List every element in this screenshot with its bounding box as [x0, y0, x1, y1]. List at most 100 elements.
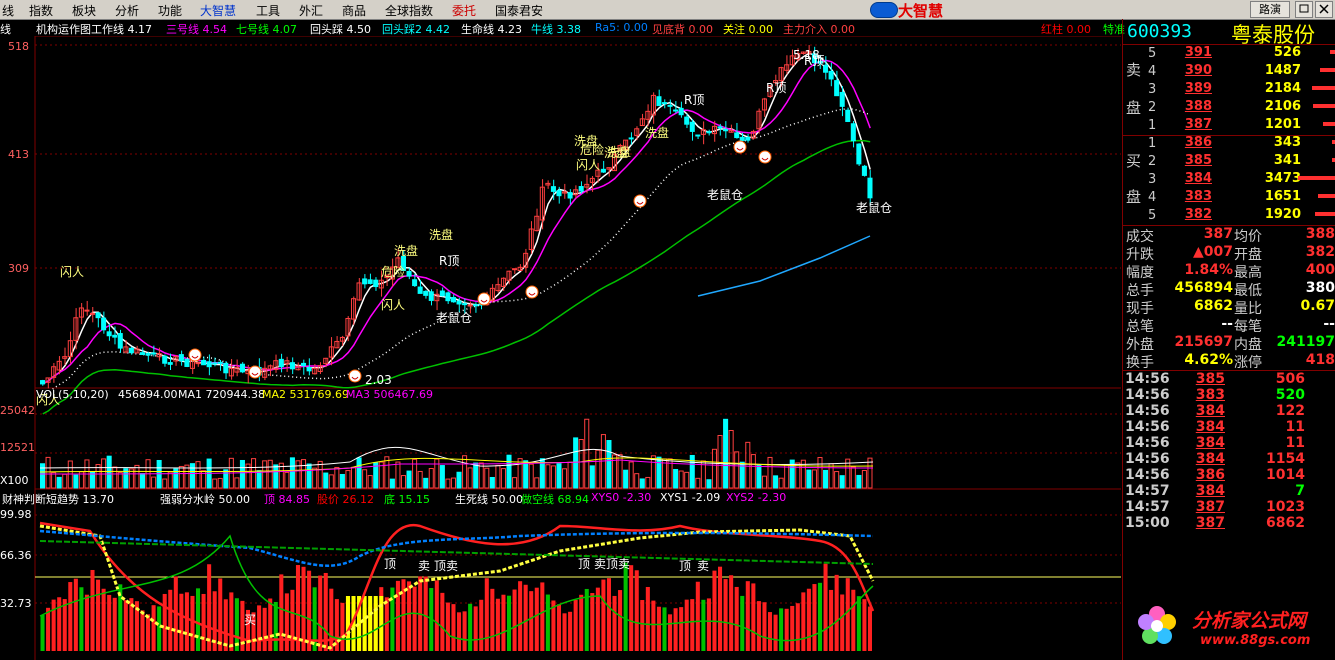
tick-time: 14:56 [1125, 403, 1170, 419]
tick-row[interactable]: 14:56 383 520 [1123, 387, 1335, 403]
menu-item[interactable]: 国泰君安 [495, 2, 543, 19]
candle-body [95, 312, 101, 319]
oscillator-legend-item: 股价 26.12 [317, 493, 374, 506]
orderbook-row[interactable]: 1 387 1201 [1123, 117, 1335, 135]
orderbook-level: 5 [1148, 208, 1157, 223]
tick-row[interactable]: 14:56 386 1014 [1123, 467, 1335, 483]
oscillator-bar [829, 589, 834, 651]
oscillator-bar [51, 599, 56, 651]
menu-item[interactable]: 线 [2, 2, 14, 19]
orderbook-price[interactable]: 385 [1167, 153, 1212, 168]
orderbook-price[interactable]: 383 [1167, 189, 1212, 204]
candle-body [40, 380, 46, 385]
candle-body [456, 300, 462, 305]
volume-bar [562, 468, 568, 489]
oscillator-bar [290, 589, 295, 651]
menu-item[interactable]: 外汇 [299, 2, 323, 19]
menu-item[interactable]: 指数 [29, 2, 53, 19]
volume-bar [456, 471, 462, 489]
luyan-button[interactable]: 路演 [1250, 1, 1290, 18]
candle-body [406, 270, 412, 277]
orderbook-row[interactable]: 3 389 2184 [1123, 81, 1335, 99]
orderbook-price[interactable]: 382 [1167, 207, 1212, 222]
oscillator-bar [68, 582, 73, 651]
volume-bar [745, 441, 751, 489]
oscillator-bar [718, 566, 723, 651]
price-annotation: 危险 [580, 142, 604, 157]
tick-row[interactable]: 15:00 387 6862 [1123, 515, 1335, 531]
menu-item[interactable]: 委托 [452, 2, 476, 19]
volume-bar [761, 475, 767, 489]
tick-price: 384 [1195, 483, 1225, 499]
orderbook-price[interactable]: 386 [1167, 135, 1212, 150]
kline-chart[interactable]: 闪人闪人洗盘危险洗盘R顶闪人老鼠仓洗盘危险 洗盘闪人洗盘洗盘R顶老鼠仓R顶5.18… [0, 36, 1122, 660]
candle-body [306, 367, 312, 372]
quote-row: 总笔 -- 每笔 -- [1123, 316, 1335, 335]
menu-item[interactable]: 板块 [72, 2, 96, 19]
price-annotation: 洗盘 [607, 144, 631, 159]
tick-row[interactable]: 14:56 385 506 [1123, 371, 1335, 387]
smiley-signal-icon [348, 369, 362, 383]
close-icon[interactable] [1315, 1, 1333, 18]
oscillator-annotation: 卖顶卖 [594, 557, 630, 571]
smiley-signal-icon [758, 150, 772, 164]
orderbook-price[interactable]: 387 [1167, 117, 1212, 132]
menu-item[interactable]: 大智慧 [200, 2, 236, 19]
menu-item[interactable]: 功能 [158, 2, 182, 19]
oscillator-bar [201, 593, 206, 651]
menu-item[interactable]: 分析 [115, 2, 139, 19]
oscillator-bar [451, 604, 456, 651]
orderbook-price[interactable]: 390 [1167, 63, 1212, 78]
oscillator-bar [640, 600, 645, 651]
orderbook-price[interactable]: 384 [1167, 171, 1212, 186]
quote-value: 418 [1305, 352, 1335, 368]
orderbook-price[interactable]: 389 [1167, 81, 1212, 96]
orderbook-row[interactable]: 5 382 1920 [1123, 207, 1335, 225]
orderbook-row[interactable]: 3 384 3473 [1123, 171, 1335, 189]
tick-price: 384 [1195, 419, 1225, 435]
quote-value: 241197 [1276, 334, 1335, 350]
stock-code[interactable]: 600393 [1127, 21, 1192, 42]
orderbook-volume-bar [1319, 68, 1335, 72]
menu-item[interactable]: 工具 [256, 2, 280, 19]
quote-value: 380 [1305, 280, 1335, 296]
volume-legend-item: MA3 506467.69 [346, 388, 433, 401]
oscillator-bar [645, 586, 650, 651]
volume-axis-label: 12521 [0, 441, 35, 454]
tick-row[interactable]: 14:56 384 11 [1123, 435, 1335, 451]
menu-item[interactable]: 全球指数 [385, 2, 433, 19]
orderbook-row[interactable]: 2 385 341 [1123, 153, 1335, 171]
stock-header: 600393 粤泰股份 [1123, 19, 1335, 47]
orderbook-row[interactable]: 2 388 2106 [1123, 99, 1335, 117]
quote-label: 开盘 [1234, 247, 1262, 263]
orderbook-row[interactable]: 1 386 343 [1123, 135, 1335, 153]
oscillator-legend-item: XYS2 -2.30 [726, 491, 787, 504]
orderbook-price[interactable]: 388 [1167, 99, 1212, 114]
tick-row[interactable]: 14:56 384 11 [1123, 419, 1335, 435]
candle-body [84, 309, 90, 312]
orderbook-price[interactable]: 391 [1167, 45, 1212, 60]
tick-time: 14:57 [1125, 483, 1170, 499]
indicator-value: 见底背 0.00 [652, 23, 713, 36]
candle-body [745, 137, 751, 141]
tick-row[interactable]: 14:56 384 1154 [1123, 451, 1335, 467]
oscillator-bar [651, 600, 656, 651]
price-annotation: 老鼠仓 [707, 188, 743, 202]
tick-row[interactable]: 14:57 384 7 [1123, 483, 1335, 499]
volume-bar [573, 437, 579, 489]
volume-bar [678, 470, 684, 489]
orderbook-volume: 2106 [1264, 99, 1301, 114]
tick-row[interactable]: 14:57 387 1023 [1123, 499, 1335, 515]
tick-row[interactable]: 14:56 384 122 [1123, 403, 1335, 419]
volume-bar [634, 473, 640, 489]
orderbook-level: 3 [1148, 172, 1157, 187]
orderbook-row[interactable]: 4 390 1487 [1123, 63, 1335, 81]
volume-bar [467, 467, 473, 489]
restore-window-icon[interactable] [1295, 1, 1313, 18]
orderbook-row[interactable]: 4 383 1651 [1123, 189, 1335, 207]
volume-legend-item: VOL(5,10,20) [36, 388, 109, 401]
orderbook-row[interactable]: 5 391 526 [1123, 45, 1335, 63]
oscillator-bar [268, 598, 273, 651]
quote-value: 4.62% [1184, 352, 1233, 368]
menu-item[interactable]: 商品 [342, 2, 366, 19]
